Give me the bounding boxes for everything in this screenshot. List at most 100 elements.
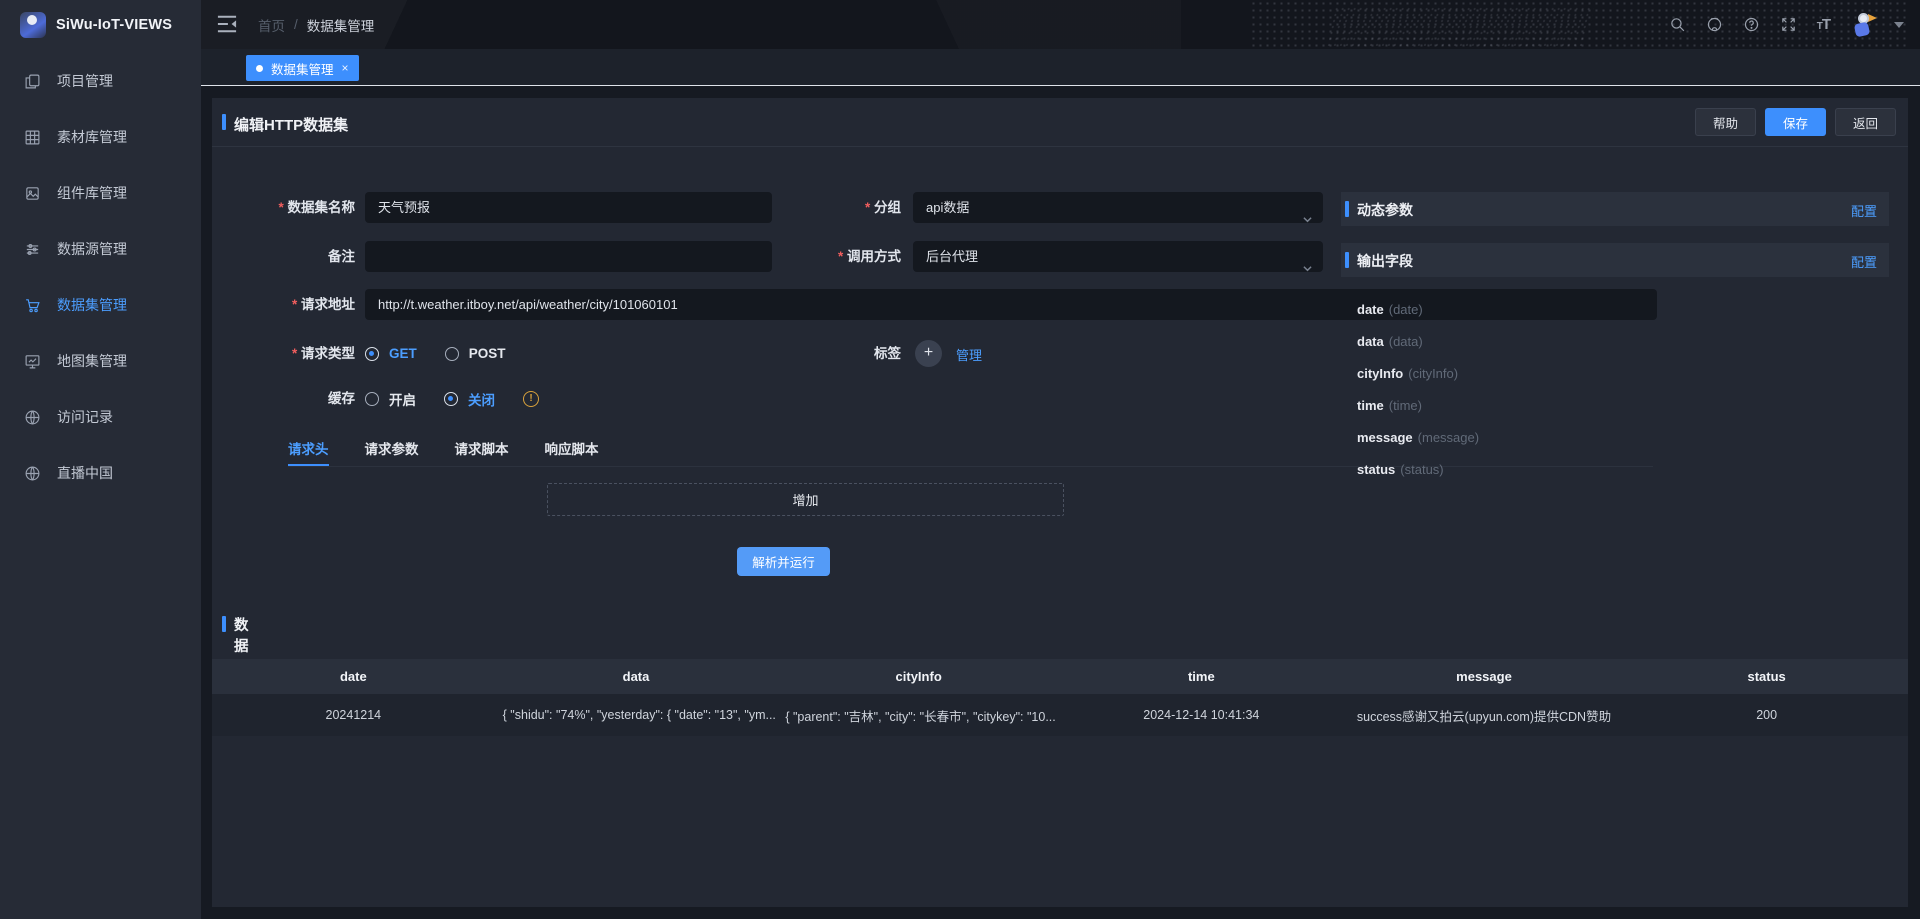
tab-close-icon[interactable]: × [342,62,349,74]
header-actions: 帮助 保存 返回 [1695,108,1896,136]
dataset-cart-icon [24,297,41,314]
tab-request-params[interactable]: 请求参数 [365,438,419,466]
field-alias: (message) [1418,430,1479,445]
output-fields-config-link[interactable]: 配置 [1851,252,1877,271]
project-icon [24,73,41,90]
invoke-mode-select[interactable]: 后台代理 [913,241,1323,272]
sidebar-item-component[interactable]: 组件库管理 [0,165,201,221]
dynamic-params-config-link[interactable]: 配置 [1851,201,1877,220]
manage-tags-link[interactable]: 管理 [956,345,982,364]
column-header: cityInfo [777,669,1060,684]
field-name: time [1357,398,1384,413]
route-tab-label: 数据集管理 [271,59,334,78]
sidebar-item-label: 地图集管理 [57,351,127,371]
dynamic-params-title: 动态参数 [1357,200,1413,220]
logo-icon [20,12,46,38]
output-field-item: time (time) [1341,390,1889,422]
sidebar-item-label: 项目管理 [57,71,113,91]
radio-post-label[interactable]: POST [469,346,506,361]
add-row-button[interactable]: 增加 [547,483,1064,516]
fullscreen-icon[interactable] [1780,16,1798,34]
save-button[interactable]: 保存 [1765,108,1826,136]
divider [212,146,1908,147]
cell-message: success感谢又拍云(upyun.com)提供CDN赞助 [1343,706,1626,725]
component-icon [24,185,41,202]
cell-cityinfo: { "parent": "吉林", "city": "长春市", "cityke… [777,706,1060,725]
dataset-name-label: 数据集名称 [212,192,355,223]
parse-run-button[interactable]: 解析并运行 [737,547,830,576]
sidebar-item-datasource[interactable]: 数据源管理 [0,221,201,277]
output-field-item: data (data) [1341,326,1889,358]
avatar[interactable] [1849,12,1875,38]
tab-response-script[interactable]: 响应脚本 [545,438,599,466]
column-header: status [1625,669,1908,684]
route-tabbar: 数据集管理 × [201,49,1920,86]
cell-status: 200 [1625,708,1908,722]
tab-request-headers[interactable]: 请求头 [288,438,329,466]
field-name: date [1357,302,1384,317]
radio-cache-off-label[interactable]: 关闭 [468,389,495,409]
field-alias: (data) [1389,334,1423,349]
globe-icon [24,465,41,482]
sidebar-item-material[interactable]: 素材库管理 [0,109,201,165]
breadcrumb-current: 数据集管理 [307,15,375,35]
radio-cache-off[interactable] [444,392,458,406]
output-fields-list: date(date) data(data) cityInfo(cityInfo)… [1341,294,1889,486]
card-header: 编辑HTTP数据集 帮助 保存 返回 [212,98,1908,146]
sidebar-item-label: 数据集管理 [57,295,127,315]
request-url-label: 请求地址 [212,289,355,320]
remark-label: 备注 [212,241,355,272]
github-icon[interactable] [1706,16,1724,34]
field-alias: (time) [1389,398,1422,413]
map-icon [24,353,41,370]
field-name: data [1357,334,1384,349]
group-select[interactable]: api数据 [913,192,1323,223]
request-type-radio-group: GET POST [365,338,524,369]
radio-cache-on[interactable] [365,392,379,406]
back-button[interactable]: 返回 [1835,108,1896,136]
radio-get-label[interactable]: GET [389,346,417,361]
field-alias: (date) [1389,302,1423,317]
search-icon[interactable] [1669,16,1687,34]
field-alias: (cityInfo) [1408,366,1458,381]
sidebar-item-visits[interactable]: 访问记录 [0,389,201,445]
sidebar-item-project[interactable]: 项目管理 [0,53,201,109]
field-name: status [1357,462,1395,477]
warning-icon[interactable]: ! [523,391,539,407]
output-field-item: message (message) [1341,422,1889,454]
cache-radio-group: 开启 关闭 ! [365,383,539,414]
help-icon[interactable] [1743,16,1761,34]
tags-label: 标签 [701,338,901,369]
breadcrumb-home[interactable]: 首页 [258,15,285,35]
sidebar-collapse-icon[interactable] [216,14,238,34]
invoke-mode-label: 调用方式 [701,241,901,272]
radio-get[interactable] [365,347,379,361]
add-tag-button[interactable]: + [915,340,942,367]
tab-request-script[interactable]: 请求脚本 [455,438,509,466]
sidebar-item-label: 直播中国 [57,463,113,483]
material-icon [24,129,41,146]
fontsize-icon[interactable]: TT [1817,16,1830,33]
cell-time: 2024-12-14 10:41:34 [1060,708,1343,722]
right-panel: 动态参数 配置 输出字段 配置 date(date) data(data) ci… [1341,192,1889,486]
edit-http-dataset-card: 编辑HTTP数据集 帮助 保存 返回 数据集名称 天气预报 分组 api数据 备… [212,98,1908,907]
avatar-flag [1868,14,1877,22]
table-row[interactable]: 20241214 { "shidu": "74%", "yesterday": … [212,694,1908,736]
request-type-label: 请求类型 [212,338,355,369]
radio-post[interactable] [445,347,459,361]
tab-active-dot-icon [256,65,263,72]
help-button[interactable]: 帮助 [1695,108,1756,136]
radio-cache-on-label[interactable]: 开启 [389,389,416,409]
column-header: data [495,669,778,684]
caret-down-icon[interactable] [1894,22,1904,28]
topbar-decoration [621,0,1181,49]
page-title: 编辑HTTP数据集 [234,114,348,135]
route-tab-dataset[interactable]: 数据集管理 × [246,55,359,81]
sidebar-item-dataset[interactable]: 数据集管理 [0,277,201,333]
sidebar-item-mapset[interactable]: 地图集管理 [0,333,201,389]
output-field-item: status(status) [1341,454,1889,486]
section-accent-bar [222,114,226,130]
field-name: message [1357,430,1413,445]
sidebar-item-label: 组件库管理 [57,183,127,203]
sidebar-item-live-china[interactable]: 直播中国 [0,445,201,501]
